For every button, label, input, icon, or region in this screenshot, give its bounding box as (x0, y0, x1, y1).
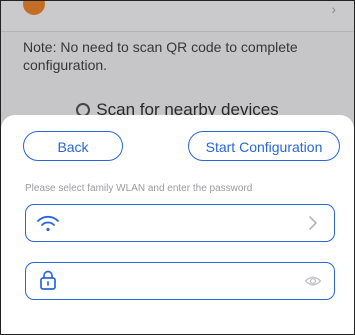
lock-icon (35, 269, 61, 293)
screen: › Note: No need to scan QR code to compl… (0, 0, 355, 335)
start-configuration-button[interactable]: Start Configuration (188, 131, 340, 161)
wlan-bottom-sheet: Back Start Configuration Please select f… (1, 115, 354, 334)
password-input[interactable] (70, 269, 294, 295)
wlan-select-field[interactable] (25, 204, 335, 242)
eye-icon[interactable] (304, 271, 322, 291)
wlan-hint: Please select family WLAN and enter the … (25, 183, 253, 194)
chevron-right-icon[interactable] (304, 213, 322, 233)
wifi-icon (35, 211, 61, 235)
password-field[interactable] (25, 262, 335, 300)
back-button[interactable]: Back (23, 131, 123, 161)
wlan-name-input[interactable] (70, 211, 294, 237)
